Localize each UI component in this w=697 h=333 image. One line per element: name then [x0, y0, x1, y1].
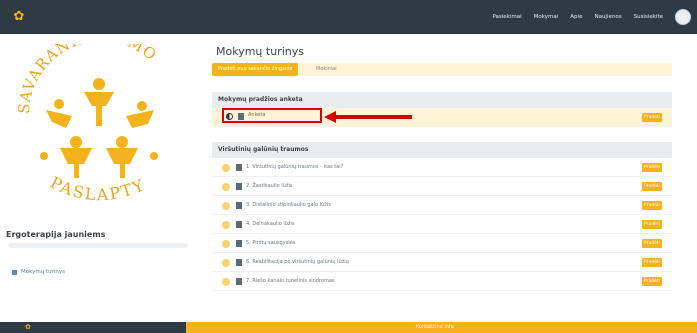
start-lesson-button[interactable]: Pradėti	[642, 182, 662, 191]
document-icon	[236, 259, 242, 266]
main-content: Mokymų turinys Pradėti nuo sekančio žing…	[210, 34, 697, 291]
lesson-row[interactable]: 6. Reabilitacija po viršutinių galūnių l…	[212, 253, 672, 272]
section-title: Viršutinių galūnių traumos	[212, 142, 672, 158]
course-title: Ergoterapija jauniems	[6, 230, 106, 239]
section-start-survey: Mokymų pradžios anketa Anketa Pradėti	[212, 92, 672, 127]
incomplete-status-icon	[222, 202, 230, 210]
progress-crumb-bar: Pradėti nuo sekančio žingsnio Mokiniai	[212, 63, 672, 76]
lesson-row[interactable]: 4. Delnakaulio lūžis Pradėti	[212, 215, 672, 234]
nav-item-naujienos[interactable]: Naujienos	[594, 14, 621, 20]
incomplete-status-icon	[222, 240, 230, 248]
document-icon	[236, 278, 242, 285]
section-title: Mokymų pradžios anketa	[212, 92, 672, 108]
nav-item-susisiekite[interactable]: Susisiekite	[634, 14, 663, 20]
lesson-row[interactable]: 1. Viršutinių galūnių traumos – kas tai?…	[212, 158, 672, 177]
footer-contact-link[interactable]: Kontaktinė info	[416, 322, 454, 333]
top-navigation-bar: ✿ Pasiekimai Mokymai Apie Naujienos Susi…	[0, 0, 697, 34]
incomplete-status-icon	[222, 183, 230, 191]
nav-item-mokymai[interactable]: Mokymai	[534, 14, 559, 20]
lesson-label[interactable]: 6. Reabilitacija po viršutinių galūnių l…	[246, 253, 349, 272]
lesson-row[interactable]: Anketa Pradėti	[212, 108, 672, 127]
start-lesson-button[interactable]: Pradėti	[642, 239, 662, 248]
document-icon	[238, 113, 244, 120]
document-icon	[236, 183, 242, 190]
section-upper-limb-injuries: Viršutinių galūnių traumos 1. Viršutinių…	[212, 142, 672, 291]
app-logo-icon[interactable]: ✿	[10, 8, 28, 26]
sidebar-item-mokymu-turinys[interactable]: Mokymų turinys	[12, 269, 65, 275]
annotation-arrow-icon	[324, 111, 412, 123]
lesson-label[interactable]: 2. Žastikaulio lūžis	[246, 177, 292, 196]
incomplete-status-icon	[222, 259, 230, 267]
start-lesson-button[interactable]: Pradėti	[642, 258, 662, 267]
sidebar-item-label: Mokymų turinys	[21, 269, 65, 275]
lesson-label[interactable]: 3. Distalinio stipinkaulio galo lūžis	[246, 196, 331, 215]
top-nav: Pasiekimai Mokymai Apie Naujienos Susisi…	[492, 0, 663, 34]
nav-item-pasiekimai[interactable]: Pasiekimai	[492, 14, 521, 20]
document-icon	[236, 202, 242, 209]
document-icon	[236, 221, 242, 228]
lesson-label[interactable]: 7. Riešo kanalo tunelinis sindromas	[246, 272, 334, 291]
footer-right-bar: Kontaktinė info	[186, 322, 697, 333]
lesson-label[interactable]: 5. Pirštų sausgyslės	[246, 234, 295, 253]
start-lesson-button[interactable]: Pradėti	[642, 201, 662, 210]
continue-button[interactable]: Pradėti nuo sekančio žingsnio	[212, 63, 299, 76]
lesson-row[interactable]: 2. Žastikaulio lūžis Pradėti	[212, 177, 672, 196]
start-lesson-button[interactable]: Pradėti	[642, 220, 662, 229]
user-avatar[interactable]	[675, 9, 691, 25]
incomplete-status-icon	[222, 278, 230, 286]
lesson-label[interactable]: 4. Delnakaulio lūžis	[246, 215, 295, 234]
incomplete-status-icon	[222, 221, 230, 229]
nav-item-apie[interactable]: Apie	[570, 14, 582, 20]
start-lesson-button[interactable]: Pradėti	[642, 113, 662, 122]
list-icon	[12, 269, 17, 275]
footer-left-bar: ✿	[0, 322, 186, 333]
left-sidebar: SAVARANKIŠKUMO PASLAPTYS Ergoterapija ja…	[0, 34, 188, 289]
document-icon	[236, 164, 242, 171]
page-title: Mokymų turinys	[216, 45, 304, 58]
annotation-highlight-box: Anketa	[222, 108, 322, 123]
footer-logo-icon: ✿	[25, 323, 31, 331]
lesson-label[interactable]: Anketa	[248, 110, 265, 121]
start-lesson-button[interactable]: Pradėti	[642, 277, 662, 286]
lesson-row[interactable]: 5. Pirštų sausgyslės Pradėti	[212, 234, 672, 253]
start-lesson-button[interactable]: Pradėti	[642, 163, 662, 172]
progress-half-icon	[226, 113, 233, 120]
course-progress-bar	[8, 243, 188, 248]
incomplete-status-icon	[222, 164, 230, 172]
document-icon	[236, 240, 242, 247]
crumb-text: Mokiniai	[316, 66, 337, 72]
course-logo-image: SAVARANKIŠKUMO PASLAPTYS	[14, 44, 159, 204]
lesson-label[interactable]: 1. Viršutinių galūnių traumos – kas tai?	[246, 158, 343, 177]
lesson-row[interactable]: 7. Riešo kanalo tunelinis sindromas Prad…	[212, 272, 672, 291]
lesson-row[interactable]: 3. Distalinio stipinkaulio galo lūžis Pr…	[212, 196, 672, 215]
